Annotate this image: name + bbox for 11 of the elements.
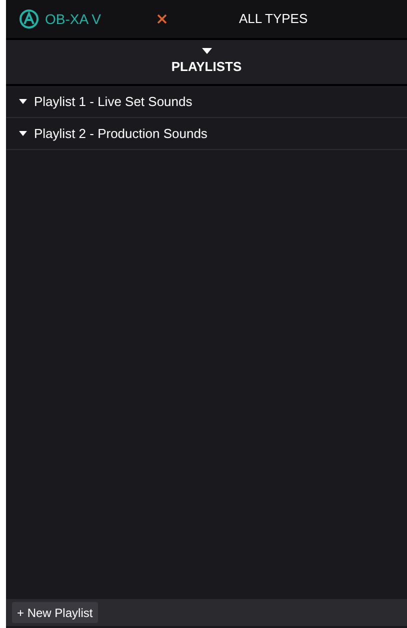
section-title: PLAYLISTS: [171, 58, 242, 76]
playlist-label: Playlist 1 - Live Set Sounds: [34, 92, 192, 111]
close-icon[interactable]: [157, 14, 167, 24]
playlist-row[interactable]: Playlist 2 - Production Sounds: [6, 118, 407, 150]
playlist-label: Playlist 2 - Production Sounds: [34, 124, 208, 143]
section-header[interactable]: PLAYLISTS: [6, 40, 407, 86]
new-playlist-button[interactable]: + New Playlist: [12, 602, 98, 623]
playlist-row[interactable]: Playlist 1 - Live Set Sounds: [6, 86, 407, 118]
logo-text: OB-XA V: [45, 10, 102, 28]
logo-icon: [19, 9, 39, 29]
filter-label[interactable]: ALL TYPES: [239, 9, 308, 29]
